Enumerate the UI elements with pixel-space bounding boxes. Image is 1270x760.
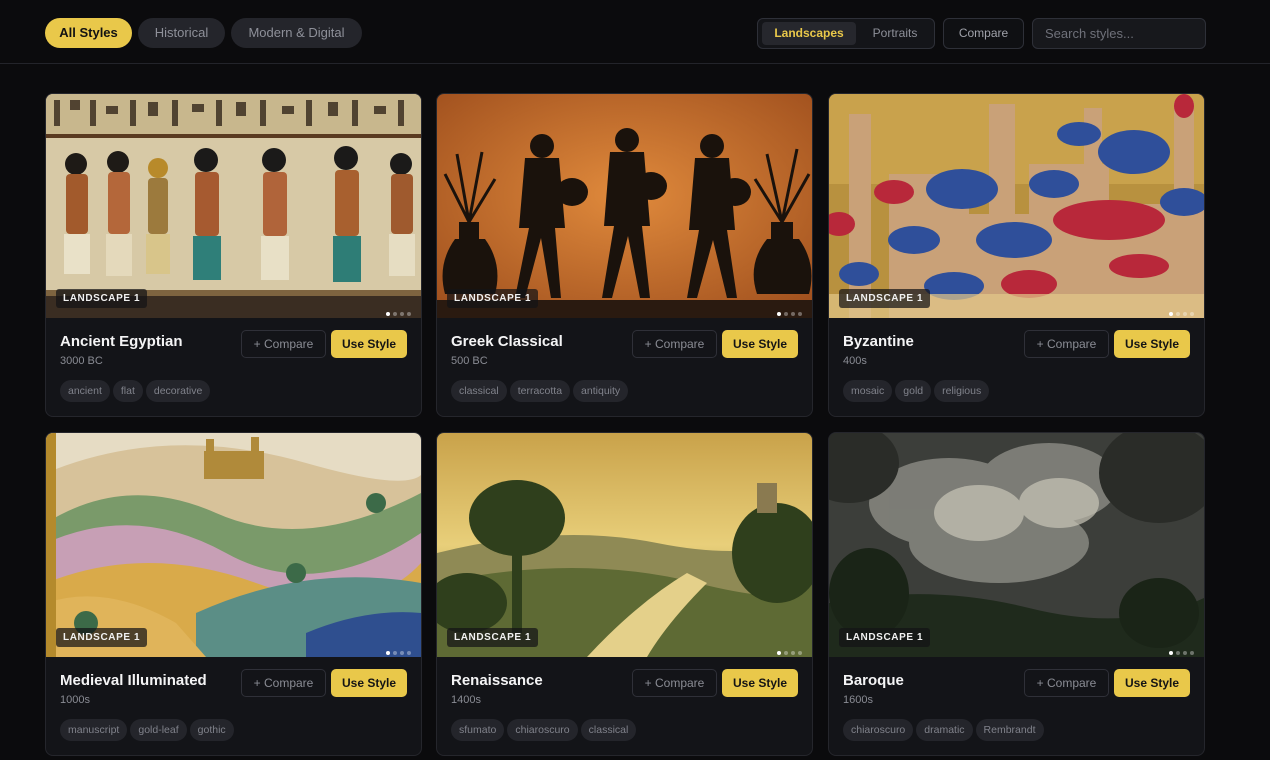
use-style-button[interactable]: Use Style [722, 669, 798, 697]
card-title: Byzantine [843, 333, 914, 350]
landscape-badge: LANDSCAPE 1 [56, 289, 148, 308]
byzantine-domes-image [829, 94, 1204, 318]
greek-vase-figures-image [437, 94, 812, 318]
toggle-portraits[interactable]: Portraits [858, 22, 932, 45]
landscape-badge: LANDSCAPE 1 [56, 628, 148, 647]
tag[interactable]: ancient [60, 380, 110, 402]
top-bar: All Styles Historical Modern & Digital L… [0, 0, 1270, 64]
card-title: Medieval Illuminated [60, 672, 207, 689]
use-style-button[interactable]: Use Style [1114, 669, 1190, 697]
tag[interactable]: Rembrandt [975, 719, 1044, 741]
tag-list: manuscript gold-leaf gothic [60, 719, 237, 741]
filter-historical[interactable]: Historical [138, 18, 225, 48]
tag[interactable]: classical [451, 380, 507, 402]
toggle-landscapes[interactable]: Landscapes [762, 22, 856, 45]
tag[interactable]: gothic [189, 719, 234, 741]
card-compare-button[interactable]: + Compare [632, 669, 717, 697]
style-card-ancient-egyptian[interactable]: LANDSCAPE 1 Ancient Egyptian 3000 BC + C… [45, 93, 422, 417]
card-compare-button[interactable]: + Compare [632, 330, 717, 358]
card-era: 3000 BC [60, 355, 103, 367]
card-compare-button[interactable]: + Compare [241, 330, 326, 358]
landscape-badge: LANDSCAPE 1 [839, 628, 931, 647]
tag[interactable]: terracotta [509, 380, 571, 402]
filter-all-styles[interactable]: All Styles [45, 18, 132, 48]
tag[interactable]: manuscript [60, 719, 128, 741]
landscape-badge: LANDSCAPE 1 [839, 289, 931, 308]
style-card-greek-classical[interactable]: LANDSCAPE 1 Greek Classical 500 BC + Com… [436, 93, 813, 417]
style-card-renaissance[interactable]: LANDSCAPE 1 Renaissance 1400s + Compare … [436, 432, 813, 756]
tag-list: sfumato chiaroscuro classical [451, 719, 639, 741]
filter-modern-digital[interactable]: Modern & Digital [231, 18, 362, 48]
tag[interactable]: mosaic [843, 380, 893, 402]
card-era: 500 BC [451, 355, 488, 367]
card-era: 1000s [60, 694, 90, 706]
carousel-dots[interactable] [1166, 642, 1194, 655]
style-card-medieval-illuminated[interactable]: LANDSCAPE 1 Medieval Illuminated 1000s +… [45, 432, 422, 756]
tag[interactable]: religious [934, 380, 990, 402]
tag[interactable]: flat [112, 380, 143, 402]
use-style-button[interactable]: Use Style [331, 330, 407, 358]
card-title: Renaissance [451, 672, 543, 689]
use-style-button[interactable]: Use Style [722, 330, 798, 358]
card-compare-button[interactable]: + Compare [241, 669, 326, 697]
tag[interactable]: classical [580, 719, 637, 741]
card-title: Ancient Egyptian [60, 333, 183, 350]
carousel-dots[interactable] [1166, 303, 1194, 316]
tag[interactable]: gold-leaf [130, 719, 187, 741]
tag-list: classical terracotta antiquity [451, 380, 631, 402]
style-card-byzantine[interactable]: LANDSCAPE 1 Byzantine 400s + Compare Use… [828, 93, 1205, 417]
tag[interactable]: antiquity [573, 380, 629, 402]
carousel-dots[interactable] [774, 642, 802, 655]
baroque-clouds-image [829, 433, 1204, 657]
tag[interactable]: chiaroscuro [507, 719, 578, 741]
card-era: 400s [843, 355, 867, 367]
tag[interactable]: dramatic [916, 719, 973, 741]
use-style-button[interactable]: Use Style [1114, 330, 1190, 358]
tag-list: mosaic gold religious [843, 380, 992, 402]
card-title: Baroque [843, 672, 904, 689]
tag-list: ancient flat decorative [60, 380, 213, 402]
illuminated-hills-image [46, 433, 421, 657]
landscape-badge: LANDSCAPE 1 [447, 289, 539, 308]
carousel-dots[interactable] [383, 303, 411, 316]
card-era: 1600s [843, 694, 873, 706]
tag[interactable]: decorative [145, 380, 211, 402]
egyptian-mural-image [46, 94, 421, 318]
carousel-dots[interactable] [774, 303, 802, 316]
card-compare-button[interactable]: + Compare [1024, 669, 1109, 697]
use-style-button[interactable]: Use Style [331, 669, 407, 697]
search-input[interactable]: Search styles... [1032, 18, 1206, 49]
style-card-baroque[interactable]: LANDSCAPE 1 Baroque 1600s + Compare Use … [828, 432, 1205, 756]
card-era: 1400s [451, 694, 481, 706]
renaissance-valley-image [437, 433, 812, 657]
carousel-dots[interactable] [383, 642, 411, 655]
tag-list: chiaroscuro dramatic Rembrandt [843, 719, 1047, 741]
compare-button[interactable]: Compare [943, 18, 1024, 49]
view-toggle: Landscapes Portraits [757, 18, 935, 49]
tag[interactable]: sfumato [451, 719, 505, 741]
landscape-badge: LANDSCAPE 1 [447, 628, 539, 647]
card-compare-button[interactable]: + Compare [1024, 330, 1109, 358]
tag[interactable]: chiaroscuro [843, 719, 914, 741]
card-title: Greek Classical [451, 333, 563, 350]
tag[interactable]: gold [895, 380, 932, 402]
